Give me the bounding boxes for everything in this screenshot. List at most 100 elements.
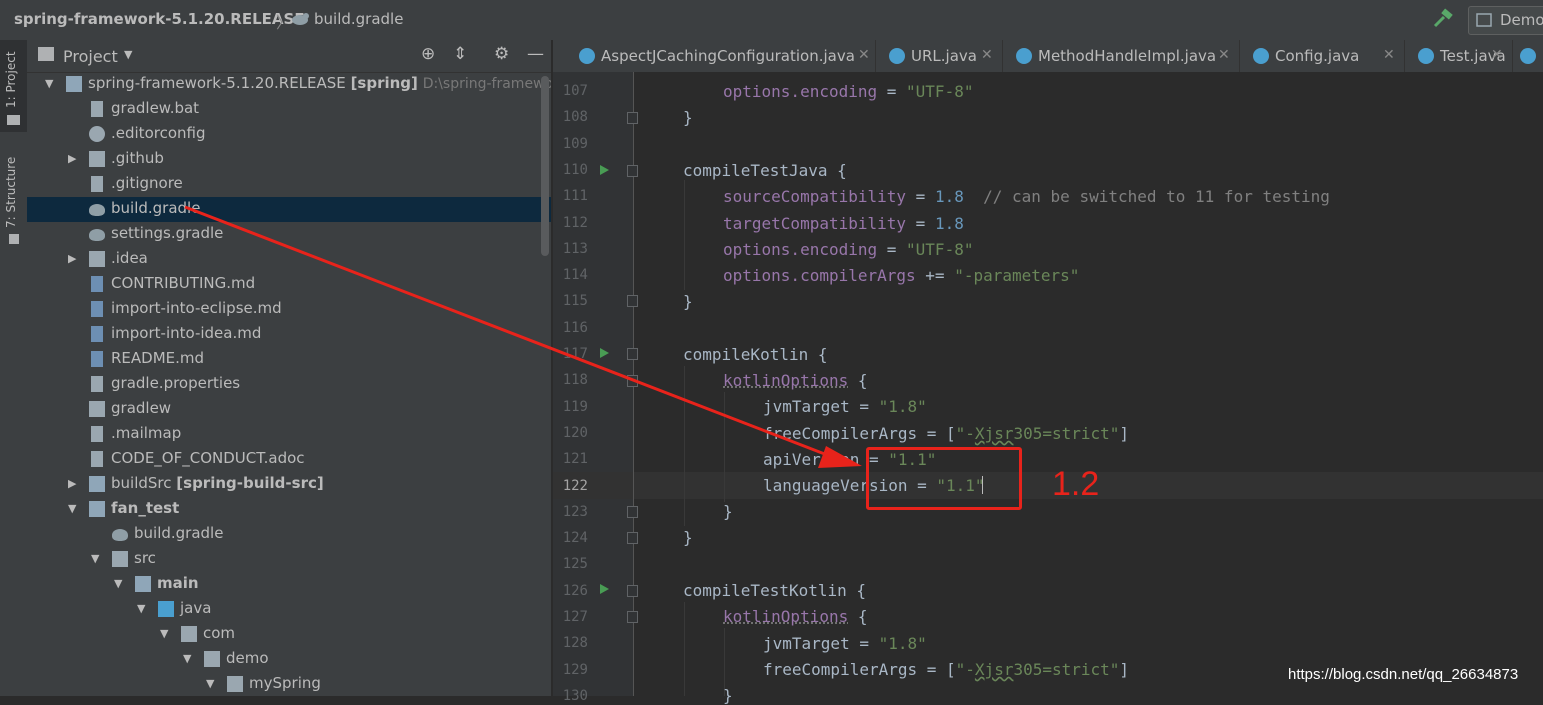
- tree-item[interactable]: ▶ buildSrc [spring-build-src]: [27, 472, 551, 497]
- fold-icon[interactable]: [627, 348, 638, 360]
- tool-tab-project[interactable]: 1: Project: [4, 51, 18, 108]
- line-number: 109: [556, 136, 588, 152]
- line-number: 124: [556, 530, 588, 546]
- close-icon[interactable]: ✕: [981, 47, 993, 63]
- tree-item-name: build.gradle: [111, 199, 200, 217]
- tree-item-label: buildSrc [spring-build-src]: [111, 474, 324, 492]
- code-line-110: compileTestJava {: [683, 161, 847, 180]
- fold-icon[interactable]: [627, 112, 638, 124]
- run-config-icon: [1476, 12, 1492, 28]
- chevron-right-icon[interactable]: ▶: [68, 252, 76, 265]
- tree-item[interactable]: ▶ .idea: [27, 247, 551, 272]
- tree-item[interactable]: ▼ main: [27, 572, 551, 597]
- breadcrumb-project[interactable]: spring-framework-5.1.20.RELEASE: [14, 10, 305, 28]
- chevron-down-icon[interactable]: ▼: [183, 652, 191, 665]
- chevron-down-icon[interactable]: ▼: [160, 627, 168, 640]
- tree-item-name: .gitignore: [111, 174, 183, 192]
- chevron-down-icon[interactable]: ▼: [114, 577, 122, 590]
- tree-item[interactable]: import-into-idea.md: [27, 322, 551, 347]
- tree-item[interactable]: .gitignore: [27, 172, 551, 197]
- gear-icon[interactable]: ⚙: [494, 44, 509, 64]
- close-icon[interactable]: ✕: [858, 47, 870, 63]
- chevron-down-icon[interactable]: ▼: [68, 502, 76, 515]
- tree-item-label: CONTRIBUTING.md: [111, 274, 255, 292]
- close-icon[interactable]: ✕: [1218, 47, 1230, 63]
- tab-url[interactable]: URL.java ✕: [875, 40, 1003, 72]
- chevron-down-icon[interactable]: ▼: [206, 677, 214, 690]
- tree-item[interactable]: .mailmap: [27, 422, 551, 447]
- close-icon[interactable]: ✕: [1383, 47, 1395, 63]
- locate-icon[interactable]: ⊕: [421, 44, 435, 64]
- tab-config[interactable]: Config.java ✕: [1239, 40, 1405, 72]
- collapse-all-icon[interactable]: ⇕: [453, 44, 467, 64]
- tree-item[interactable]: gradle.properties: [27, 372, 551, 397]
- gradle-icon: [290, 10, 310, 28]
- fold-icon[interactable]: [627, 295, 638, 307]
- fold-icon[interactable]: [627, 585, 638, 597]
- tree-item[interactable]: gradlew: [27, 397, 551, 422]
- code-line-118: kotlinOptions {: [723, 371, 868, 390]
- tree-item[interactable]: gradlew.bat: [27, 97, 551, 122]
- chevron-down-icon[interactable]: ▼: [137, 602, 145, 615]
- tree-item[interactable]: ▶ .github: [27, 147, 551, 172]
- line-number: 115: [556, 293, 588, 309]
- tree-item[interactable]: ▼ demo: [27, 647, 551, 672]
- tree-item[interactable]: ▼ java: [27, 597, 551, 622]
- tree-item[interactable]: ▼ src: [27, 547, 551, 572]
- chevron-down-icon[interactable]: ▼: [91, 552, 99, 565]
- chevron-down-icon[interactable]: ▼: [45, 77, 53, 90]
- tree-item[interactable]: ▼ spring-framework-5.1.20.RELEASE [spring…: [27, 72, 551, 97]
- fold-icon[interactable]: [627, 375, 638, 387]
- tree-item[interactable]: .editorconfig: [27, 122, 551, 147]
- code-line-124: }: [683, 528, 693, 547]
- project-panel-title[interactable]: Project: [63, 47, 118, 66]
- tree-item[interactable]: build.gradle: [27, 197, 551, 222]
- tree-item[interactable]: CONTRIBUTING.md: [27, 272, 551, 297]
- hide-panel-icon[interactable]: —: [527, 44, 544, 64]
- tree-item-label: gradle.properties: [111, 374, 240, 392]
- indent-guide: [684, 180, 685, 290]
- tool-tab-structure[interactable]: 7: Structure: [4, 157, 18, 228]
- build-hammer-icon[interactable]: [1432, 8, 1454, 30]
- code-line-108: }: [683, 108, 693, 127]
- tree-item-label: demo: [226, 649, 269, 667]
- tree-item[interactable]: ▼ fan_test: [27, 497, 551, 522]
- chevron-right-icon[interactable]: ▶: [68, 477, 76, 490]
- tree-item[interactable]: ▼ com: [27, 622, 551, 647]
- java-class-icon[interactable]: [1520, 48, 1536, 64]
- tree-item-label: spring-framework-5.1.20.RELEASE [spring]…: [88, 74, 588, 92]
- fold-icon[interactable]: [627, 611, 638, 623]
- fold-icon[interactable]: [627, 506, 638, 518]
- tree-item[interactable]: settings.gradle: [27, 222, 551, 247]
- tree-item[interactable]: build.gradle: [27, 522, 551, 547]
- fold-icon[interactable]: [627, 532, 638, 544]
- tab-aspectj-caching-configuration[interactable]: AspectJCachingConfiguration.java ✕: [553, 40, 876, 72]
- line-number: 119: [556, 399, 588, 415]
- java-class-icon: [579, 48, 595, 64]
- tree-item-name: .github: [111, 149, 164, 167]
- tree-item[interactable]: import-into-eclipse.md: [27, 297, 551, 322]
- fold-icon[interactable]: [627, 165, 638, 177]
- tree-item-label: gradlew.bat: [111, 99, 199, 117]
- close-icon[interactable]: ✕: [1491, 47, 1503, 63]
- tab-method-handle-impl[interactable]: MethodHandleImpl.java ✕: [1002, 40, 1240, 72]
- project-scrollbar[interactable]: [541, 76, 549, 256]
- code-line-117: compileKotlin {: [683, 345, 828, 364]
- run-gutter-icon[interactable]: [600, 584, 609, 594]
- chevron-right-icon[interactable]: ▶: [68, 152, 76, 165]
- gradle-icon: [112, 529, 128, 541]
- tree-item-label: src: [134, 549, 156, 567]
- chevron-down-icon[interactable]: ▼: [124, 48, 132, 61]
- tree-item[interactable]: CODE_OF_CONDUCT.adoc: [27, 447, 551, 472]
- run-gutter-icon[interactable]: [600, 165, 609, 175]
- breadcrumb-file[interactable]: build.gradle: [314, 10, 403, 28]
- run-gutter-icon[interactable]: [600, 348, 609, 358]
- tab-test[interactable]: Test.java ✕: [1404, 40, 1513, 72]
- tree-item[interactable]: ▼ mySpring: [27, 672, 551, 697]
- tree-item-name: import-into-idea.md: [111, 324, 261, 342]
- tree-item[interactable]: README.md: [27, 347, 551, 372]
- markdown-icon: [91, 276, 103, 292]
- line-number: 118: [556, 372, 588, 388]
- structure-tool-icon: [9, 234, 19, 244]
- code-line-107: options.encoding = "UTF-8": [723, 82, 973, 101]
